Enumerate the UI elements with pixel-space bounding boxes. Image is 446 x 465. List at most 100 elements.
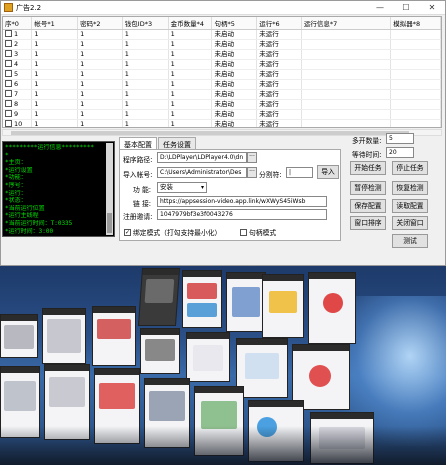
- read-config-button[interactable]: 读取配置: [392, 199, 428, 213]
- table-cell: 1: [122, 79, 169, 90]
- table-cell: [390, 99, 441, 110]
- separator-input[interactable]: |: [286, 167, 313, 178]
- table-cell: 未启动: [211, 89, 258, 100]
- table-cell: [301, 79, 392, 90]
- test-button[interactable]: 测试: [392, 234, 428, 248]
- table-cell: 3: [3, 49, 33, 60]
- program-path-input[interactable]: D:\LDPlayer\LDPlayer4.0\dn: [157, 152, 247, 163]
- column-header[interactable]: 帐号*1: [31, 17, 79, 30]
- row-checkbox[interactable]: [5, 50, 12, 57]
- pause-detect-button[interactable]: 暂停检测: [350, 181, 386, 195]
- column-header[interactable]: 钱包ID*3: [122, 17, 169, 30]
- maximize-button[interactable]: ☐: [393, 1, 419, 15]
- wait-time-input[interactable]: 20: [386, 147, 414, 158]
- table-row[interactable]: 3 1 1 1 1 未启动 未运行: [3, 49, 441, 60]
- column-header[interactable]: 密码*2: [77, 17, 123, 30]
- resume-detect-button[interactable]: 恢复检测: [392, 181, 428, 195]
- column-header[interactable]: 运行*6: [256, 17, 302, 30]
- row-index: 10: [14, 119, 23, 128]
- table-cell: 1: [122, 59, 169, 70]
- emulator-thumbnail: [42, 308, 86, 364]
- table-cell: 未运行: [256, 49, 302, 60]
- column-header[interactable]: 运行信息*7: [301, 17, 392, 30]
- handle-mode-checkbox[interactable]: 句柄模式: [240, 227, 276, 237]
- table-cell: 1: [31, 99, 79, 110]
- table-cell: [390, 49, 441, 60]
- table-cell: 未启动: [211, 119, 258, 127]
- table-cell: 1: [122, 39, 169, 50]
- window-sort-button[interactable]: 窗口排序: [350, 216, 386, 230]
- console-line: *状态：: [5, 197, 27, 205]
- register-code-input[interactable]: 1047979bf3e3f0043276: [157, 209, 327, 220]
- row-index: 6: [14, 79, 19, 88]
- table-cell: 未运行: [256, 89, 302, 100]
- row-checkbox[interactable]: [5, 80, 12, 87]
- row-checkbox[interactable]: [5, 70, 12, 77]
- close-window-button[interactable]: 关闭窗口: [392, 216, 428, 230]
- import-account-input[interactable]: C:\Users\Administrator\Des: [157, 167, 247, 178]
- row-checkbox[interactable]: [5, 110, 12, 117]
- table-cell: 9: [3, 109, 33, 120]
- row-checkbox[interactable]: [5, 60, 12, 67]
- column-header[interactable]: 金币数量*4: [168, 17, 213, 30]
- import-account-browse-button[interactable]: ···: [247, 167, 257, 178]
- emulator-thumbnail: [0, 314, 38, 358]
- table-cell: 未运行: [256, 79, 302, 90]
- table-cell: 1: [122, 119, 169, 127]
- table-cell: 1: [168, 49, 213, 60]
- table-cell: 未启动: [211, 29, 258, 40]
- save-config-button[interactable]: 保存配置: [350, 199, 386, 213]
- table-row[interactable]: 10 1 1 1 1 未启动 未运行: [3, 119, 441, 128]
- bind-mode-checkbox[interactable]: ✓ 绑定模式（打勾支持最小化）: [124, 227, 221, 237]
- table-cell: [301, 39, 392, 50]
- open-count-input[interactable]: 5: [386, 133, 414, 144]
- table-cell: 4: [3, 59, 33, 70]
- import-account-label: 导入帐号:: [123, 171, 153, 179]
- table-row[interactable]: 2 1 1 1 1 未启动 未运行: [3, 39, 441, 50]
- row-checkbox[interactable]: [5, 90, 12, 97]
- table-row[interactable]: 4 1 1 1 1 未启动 未运行: [3, 59, 441, 70]
- row-checkbox[interactable]: [5, 120, 12, 127]
- table-row[interactable]: 5 1 1 1 1 未启动 未运行: [3, 69, 441, 80]
- table-cell: 1: [3, 29, 33, 40]
- minimize-button[interactable]: —: [367, 1, 393, 15]
- link-input[interactable]: https://appsession-video.app.link/wXWyS4…: [157, 196, 327, 207]
- emulator-thumbnail: [92, 306, 136, 366]
- row-checkbox[interactable]: [5, 40, 12, 47]
- open-count-label: 多开数量:: [352, 137, 382, 145]
- console-scrollbar[interactable]: [106, 143, 113, 235]
- table-row[interactable]: 8 1 1 1 1 未启动 未运行: [3, 99, 441, 110]
- window-title: 广告2.2: [16, 3, 42, 12]
- table-cell: [390, 109, 441, 120]
- table-cell: 1: [31, 89, 79, 100]
- console-scroll-thumb[interactable]: [107, 213, 112, 233]
- table-cell: 未运行: [256, 99, 302, 110]
- table-cell: 1: [31, 79, 79, 90]
- table-cell: 1: [77, 69, 123, 80]
- emulator-thumbnail: [226, 272, 266, 332]
- column-header[interactable]: 句柄*5: [211, 17, 258, 30]
- table-row[interactable]: 6 1 1 1 1 未启动 未运行: [3, 79, 441, 90]
- table-cell: 未运行: [256, 119, 302, 127]
- close-button[interactable]: ✕: [419, 1, 445, 15]
- function-select[interactable]: 安装 ▾: [157, 182, 207, 193]
- row-checkbox[interactable]: [5, 100, 12, 107]
- console-line: *运行设置: [5, 166, 33, 174]
- start-task-button[interactable]: 开始任务: [350, 161, 386, 175]
- table-row[interactable]: 1 1 1 1 1 未启动 未运行: [3, 29, 441, 40]
- table-row[interactable]: 9 1 1 1 1 未启动 未运行: [3, 109, 441, 120]
- table-cell: [390, 29, 441, 40]
- scrollbar-thumb[interactable]: [11, 131, 409, 135]
- program-path-browse-button[interactable]: ···: [247, 152, 257, 163]
- table-cell: 1: [31, 119, 79, 127]
- column-header[interactable]: 模拟器*8: [390, 17, 441, 30]
- column-header[interactable]: 序*0: [3, 17, 33, 30]
- table-cell: [301, 99, 392, 110]
- import-button[interactable]: 导入: [317, 165, 339, 179]
- stop-task-button[interactable]: 停止任务: [392, 161, 428, 175]
- basic-config-panel: 程序路径: D:\LDPlayer\LDPlayer4.0\dn ··· 导入帐…: [119, 149, 341, 241]
- row-checkbox[interactable]: [5, 30, 12, 37]
- function-label: 功 能:: [133, 186, 152, 194]
- table-row[interactable]: 7 1 1 1 1 未启动 未运行: [3, 89, 441, 100]
- program-path-label: 程序路径:: [123, 156, 153, 164]
